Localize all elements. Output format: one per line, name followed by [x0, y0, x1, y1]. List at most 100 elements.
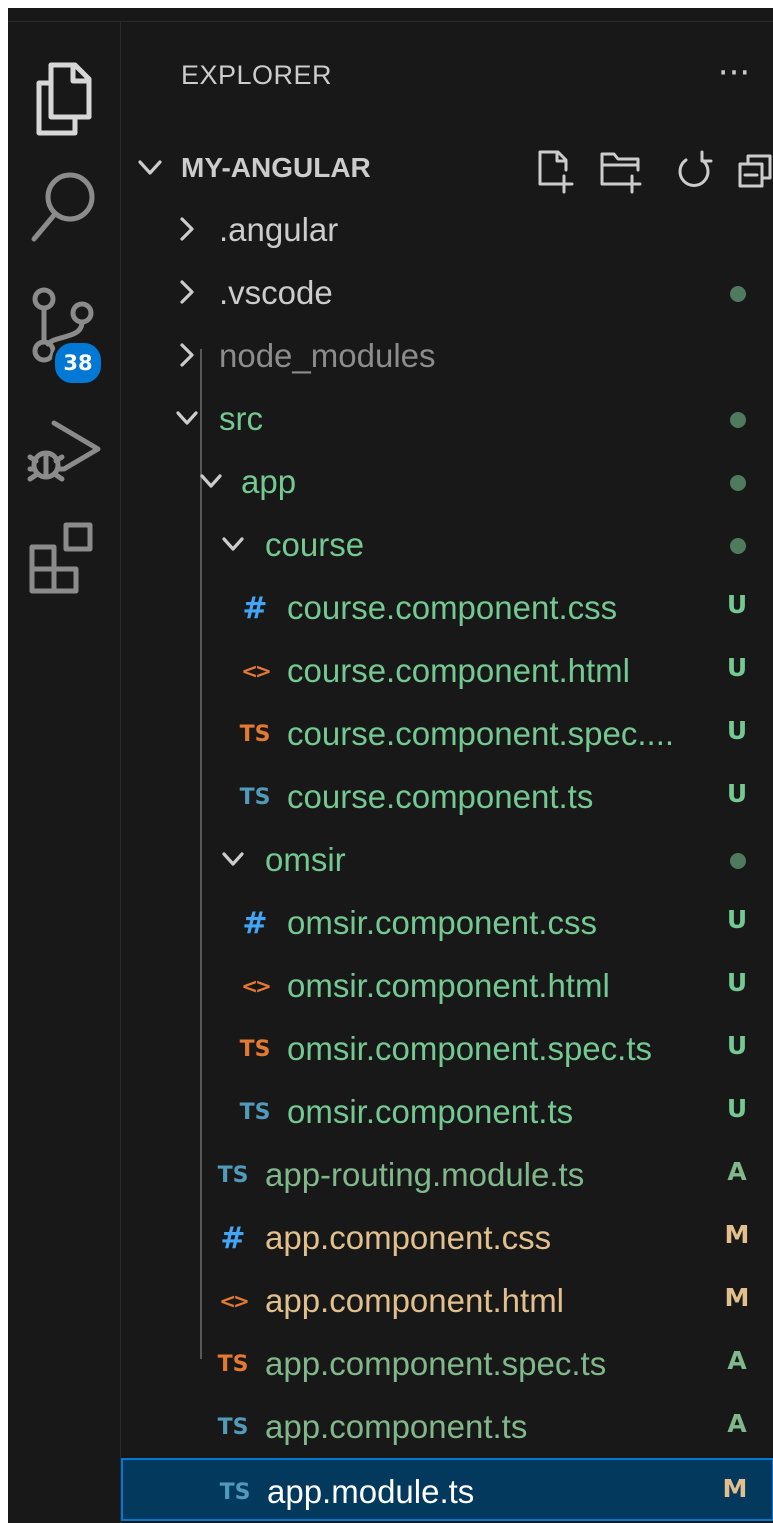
- ts-file-icon: TS: [239, 784, 271, 810]
- workspace-section-header[interactable]: MY-ANGULAR: [121, 136, 773, 198]
- folder-label: src: [219, 400, 263, 437]
- new-file-icon[interactable]: [531, 146, 581, 196]
- file-label: app-routing.module.ts: [265, 1156, 585, 1193]
- folder-label: omsir: [265, 841, 346, 878]
- file-label: app.module.ts: [267, 1473, 475, 1510]
- html-file-icon: <>: [241, 974, 272, 998]
- file-label: app.component.html: [265, 1282, 565, 1319]
- file-label: app.component.spec.ts: [265, 1345, 607, 1382]
- ts-file-icon: TS: [219, 1479, 251, 1505]
- folder-row[interactable]: node_modules: [121, 324, 773, 387]
- folder-row[interactable]: .vscode: [121, 261, 773, 324]
- file-row[interactable]: TS app.component.spec.ts A: [121, 1332, 773, 1395]
- git-status-badge: U: [726, 968, 748, 997]
- ts-file-icon: TS: [239, 1099, 271, 1125]
- file-row[interactable]: TS app.module.ts M: [121, 1458, 773, 1521]
- file-row[interactable]: TS app-routing.module.ts A: [121, 1143, 773, 1206]
- extensions-icon[interactable]: [8, 502, 120, 612]
- file-label: course.component.spec....: [287, 715, 675, 752]
- html-file-icon: <>: [241, 659, 272, 683]
- git-status-badge: M: [722, 1474, 748, 1503]
- chevron-right-icon[interactable]: [173, 278, 201, 306]
- css-file-icon: #: [242, 905, 268, 941]
- git-status-badge: U: [726, 653, 748, 682]
- folder-row[interactable]: app: [121, 450, 773, 513]
- file-label: course.component.css: [287, 589, 618, 626]
- git-status-badge: A: [727, 1157, 747, 1186]
- git-status-badge: A: [727, 1346, 747, 1375]
- folder-row[interactable]: course: [121, 513, 773, 576]
- file-row[interactable]: TS course.component.spec.... U: [121, 702, 773, 765]
- explorer-title: EXPLORER: [181, 60, 333, 90]
- file-label: omsir.component.css: [287, 904, 597, 941]
- file-label: course.component.html: [287, 652, 631, 689]
- chevron-down-icon[interactable]: [219, 845, 247, 873]
- git-status-dot: [730, 412, 746, 428]
- git-status-badge: U: [726, 590, 748, 619]
- refresh-icon[interactable]: [669, 146, 719, 196]
- ts-file-icon: TS: [217, 1414, 249, 1440]
- file-row[interactable]: # course.component.css U: [121, 576, 773, 639]
- folder-row[interactable]: .angular: [121, 198, 773, 261]
- collapse-all-icon[interactable]: [733, 146, 773, 196]
- more-actions-button[interactable]: ···: [709, 48, 759, 98]
- file-label: course.component.ts: [287, 778, 594, 815]
- folder-label: node_modules: [219, 337, 436, 374]
- git-status-badge: U: [726, 779, 748, 808]
- git-status-dot: [730, 286, 746, 302]
- git-status-badge: U: [726, 905, 748, 934]
- workspace-name: MY-ANGULAR: [181, 152, 371, 183]
- chevron-down-icon: [135, 152, 165, 182]
- title-bar-edge: [8, 8, 773, 22]
- source-control-badge: 38: [52, 340, 104, 386]
- git-status-badge: U: [726, 1031, 748, 1060]
- vscode-window: 38 EXPLORER ··· MY-ANGULAR .angular .vsc…: [8, 8, 773, 1523]
- folder-label: .angular: [219, 211, 339, 248]
- file-row[interactable]: TS omsir.component.ts U: [121, 1080, 773, 1143]
- git-status-badge: U: [726, 1094, 748, 1123]
- folder-label: .vscode: [219, 274, 333, 311]
- chevron-down-icon[interactable]: [219, 530, 247, 558]
- search-icon[interactable]: [8, 152, 120, 262]
- git-status-badge: U: [726, 716, 748, 745]
- git-status-dot: [730, 538, 746, 554]
- file-row[interactable]: <> app.component.html M: [121, 1269, 773, 1332]
- new-folder-icon[interactable]: [597, 146, 647, 196]
- file-row[interactable]: TS course.component.ts U: [121, 765, 773, 828]
- file-row[interactable]: <> omsir.component.html U: [121, 954, 773, 1017]
- git-status-dot: [730, 475, 746, 491]
- file-row[interactable]: TS omsir.component.spec.ts U: [121, 1017, 773, 1080]
- file-row[interactable]: # app.component.css M: [121, 1206, 773, 1269]
- chevron-down-icon[interactable]: [173, 404, 201, 432]
- git-status-badge: M: [724, 1220, 750, 1249]
- run-debug-icon[interactable]: [8, 394, 120, 504]
- explorer-sidebar: EXPLORER ··· MY-ANGULAR .angular .vscode…: [120, 22, 773, 1523]
- explorer-icon[interactable]: [8, 44, 120, 154]
- ts-spec-file-icon: TS: [217, 1351, 249, 1377]
- ts-file-icon: TS: [217, 1162, 249, 1188]
- git-status-dot: [730, 853, 746, 869]
- folder-row[interactable]: src: [121, 387, 773, 450]
- ts-spec-file-icon: TS: [239, 721, 271, 747]
- git-status-badge: A: [727, 1409, 747, 1438]
- activity-bar: 38: [8, 22, 120, 1523]
- file-label: omsir.component.html: [287, 967, 610, 1004]
- file-label: app.component.css: [265, 1219, 552, 1256]
- html-file-icon: <>: [219, 1289, 250, 1313]
- file-label: omsir.component.spec.ts: [287, 1030, 652, 1067]
- git-status-badge: M: [724, 1283, 750, 1312]
- ts-spec-file-icon: TS: [239, 1036, 271, 1062]
- folder-label: course: [265, 526, 365, 563]
- file-label: app.component.ts: [265, 1408, 528, 1445]
- chevron-right-icon[interactable]: [173, 215, 201, 243]
- file-row[interactable]: TS app.component.ts A: [121, 1395, 773, 1458]
- css-file-icon: #: [220, 1220, 246, 1256]
- file-row[interactable]: <> course.component.html U: [121, 639, 773, 702]
- file-row[interactable]: # omsir.component.css U: [121, 891, 773, 954]
- file-label: omsir.component.ts: [287, 1093, 574, 1130]
- source-control-icon[interactable]: 38: [8, 270, 120, 386]
- folder-row[interactable]: omsir: [121, 828, 773, 891]
- chevron-down-icon[interactable]: [197, 467, 225, 495]
- css-file-icon: #: [242, 590, 268, 626]
- chevron-right-icon[interactable]: [173, 341, 201, 369]
